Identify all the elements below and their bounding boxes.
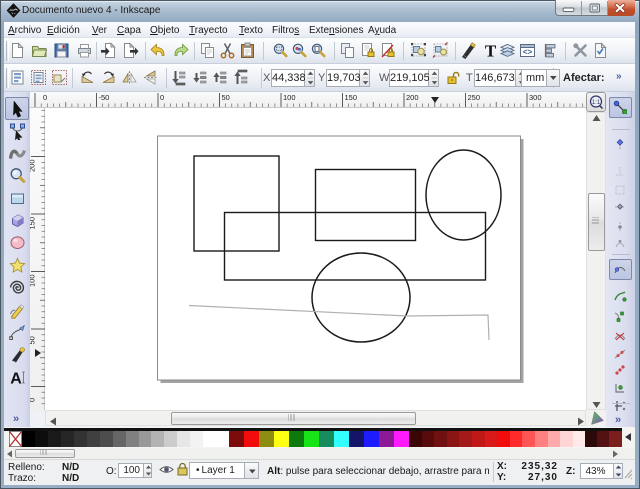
- svg-text:100: 100: [283, 93, 296, 102]
- svg-text:100: 100: [30, 274, 37, 287]
- svg-text:200: 200: [406, 93, 419, 102]
- svg-text:150: 150: [345, 93, 358, 102]
- svg-text:0: 0: [43, 93, 47, 102]
- svg-text:50: 50: [30, 336, 37, 344]
- svg-text:-50: -50: [99, 93, 110, 102]
- svg-text:A: A: [10, 370, 22, 387]
- svg-text:300: 300: [529, 93, 542, 102]
- svg-text:0: 0: [30, 398, 37, 402]
- svg-text:50: 50: [222, 93, 230, 102]
- svg-text:<>: <>: [523, 48, 533, 57]
- svg-text:150: 150: [30, 217, 37, 230]
- svg-text:200: 200: [30, 159, 37, 172]
- svg-text:T: T: [484, 42, 496, 59]
- svg-text:0: 0: [160, 93, 164, 102]
- svg-text:1:1: 1:1: [592, 100, 601, 106]
- svg-text:250: 250: [468, 93, 481, 102]
